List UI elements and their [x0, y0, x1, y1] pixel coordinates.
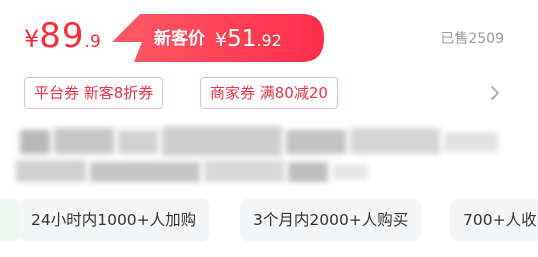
coupon-platform[interactable]: 平台券 新客8折券	[24, 77, 164, 109]
tag-edge	[0, 199, 20, 241]
chevron-right-icon[interactable]	[488, 84, 502, 102]
coupon-merchant[interactable]: 商家券 满80减20	[200, 77, 338, 109]
sold-count: 已售2509	[440, 31, 504, 47]
tag-favorited: 700+人收	[450, 199, 538, 241]
tag-add-to-cart: 24小时内1000+人加购	[18, 199, 210, 241]
promo-price-decimal: .92	[256, 31, 282, 50]
coupon-row[interactable]: 平台券 新客8折券 商家券 满80减20	[0, 77, 538, 111]
price-decimal: .9	[84, 32, 101, 52]
promo-currency-symbol: ¥	[215, 29, 228, 51]
new-customer-price-badge[interactable]: 新客价 ¥51.92	[108, 14, 324, 62]
price-row: ¥89.9 新客价 ¥51.92 已售2509	[0, 0, 538, 72]
price-integer: 89	[39, 16, 85, 56]
social-proof-tags: 24小时内1000+人加购 3个月内2000+人购买 700+人收	[0, 199, 538, 241]
tag-purchased: 3个月内2000+人购买	[240, 199, 422, 241]
currency-symbol: ¥	[24, 25, 40, 53]
promo-price-integer: 51	[227, 26, 257, 52]
promo-label: 新客价	[154, 29, 205, 49]
promo-price-text: 新客价 ¥51.92	[154, 24, 282, 52]
blurred-product-title	[14, 122, 514, 184]
main-price: ¥89.9	[24, 16, 101, 56]
